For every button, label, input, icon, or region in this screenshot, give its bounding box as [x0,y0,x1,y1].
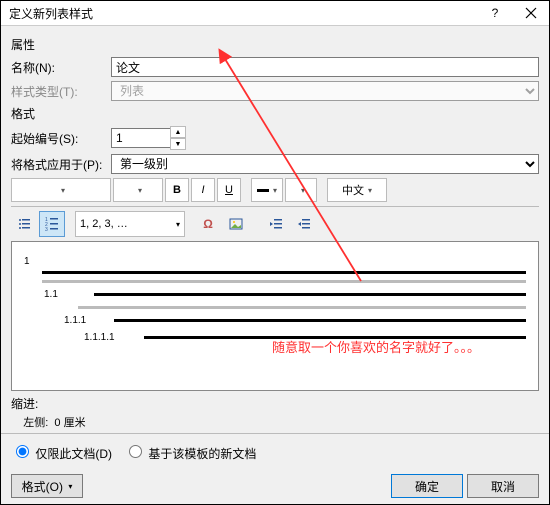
style-type-label: 样式类型(T): [11,83,111,100]
this-doc-radio[interactable]: 仅限此文档(D) [11,442,112,462]
help-button[interactable]: ? [477,1,513,25]
scope-radio-group: 仅限此文档(D) 基于该模板的新文档 [1,436,549,468]
number-style-select[interactable]: 1, 2, 3, … [75,211,185,237]
language-select[interactable]: 中文 [327,178,387,202]
format-toolbar: B I U 中文 [11,178,539,202]
ok-button[interactable]: 确定 [391,474,463,498]
italic-button[interactable]: I [191,178,215,202]
preview-level-3: 1.1.1 [24,315,114,326]
omega-icon: Ω [203,217,213,231]
style-type-select: 列表 [111,81,539,101]
preview-level-1: 1 [24,256,74,267]
spin-down[interactable]: ▼ [170,138,186,150]
numbered-list-button[interactable]: 123 [39,211,65,237]
numbered-list-icon: 123 [45,217,59,231]
preview-bar [78,306,526,309]
bullet-list-icon [17,217,31,231]
cancel-button[interactable]: 取消 [467,474,539,498]
preview-bar [42,271,526,274]
format-section-label: 格式 [11,105,539,122]
increase-indent-button[interactable] [291,211,317,237]
titlebar: 定义新列表样式 ? [1,1,549,26]
apply-format-select[interactable]: 第一级别 [111,154,539,174]
insert-picture-button[interactable] [223,211,249,237]
font-size-select[interactable] [113,178,163,202]
dialog-body: 属性 名称(N): 样式类型(T): 列表 格式 起始编号(S): ▲ ▼ 将格… [1,26,549,431]
highlight-select[interactable] [285,178,317,202]
preview-bar [114,319,526,322]
svg-text:3: 3 [45,227,48,231]
dialog-footer: 格式(O) 确定 取消 [1,468,549,504]
list-toolbar: 123 1, 2, 3, … Ω [11,211,539,237]
define-list-style-dialog: 定义新列表样式 ? 属性 名称(N): 样式类型(T): 列表 格式 起始编号(… [0,0,550,505]
decrease-indent-icon [269,217,283,231]
start-number-input[interactable] [111,128,171,148]
preview-level-2: 1.1 [24,289,94,300]
bullet-list-button[interactable] [11,211,37,237]
close-button[interactable] [513,1,549,25]
decrease-indent-button[interactable] [263,211,289,237]
insert-symbol-button[interactable]: Ω [195,211,221,237]
font-color-select[interactable] [251,178,283,202]
dialog-title: 定义新列表样式 [9,5,477,22]
picture-icon [229,217,243,231]
name-input[interactable] [111,57,539,77]
increase-indent-icon [297,217,311,231]
preview-pane: 1 1.1 1.1.1 1.1.1.1 随意取一个你喜欢的名字就好了。。。 [11,241,539,391]
preview-level-4: 1.1.1.1 [24,332,144,343]
start-number-label: 起始编号(S): [11,130,111,147]
apply-format-label: 将格式应用于(P): [11,156,111,173]
properties-section-label: 属性 [11,36,539,53]
spin-up[interactable]: ▲ [170,126,186,138]
bold-button[interactable]: B [165,178,189,202]
template-radio[interactable]: 基于该模板的新文档 [124,442,256,462]
annotation-text: 随意取一个你喜欢的名字就好了。。。 [272,337,480,356]
close-icon [524,6,538,20]
format-menu-button[interactable]: 格式(O) [11,474,83,498]
indent-label: 缩进: [11,395,539,412]
preview-bar [42,280,526,283]
underline-button[interactable]: U [217,178,241,202]
name-label: 名称(N): [11,59,111,76]
indent-description: 左侧: 0 厘米 悬挂缩进: 4.25 字符, 多级符号 + 级别: 1 + 编… [11,416,539,431]
font-family-select[interactable] [11,178,111,202]
preview-bar [94,293,526,296]
